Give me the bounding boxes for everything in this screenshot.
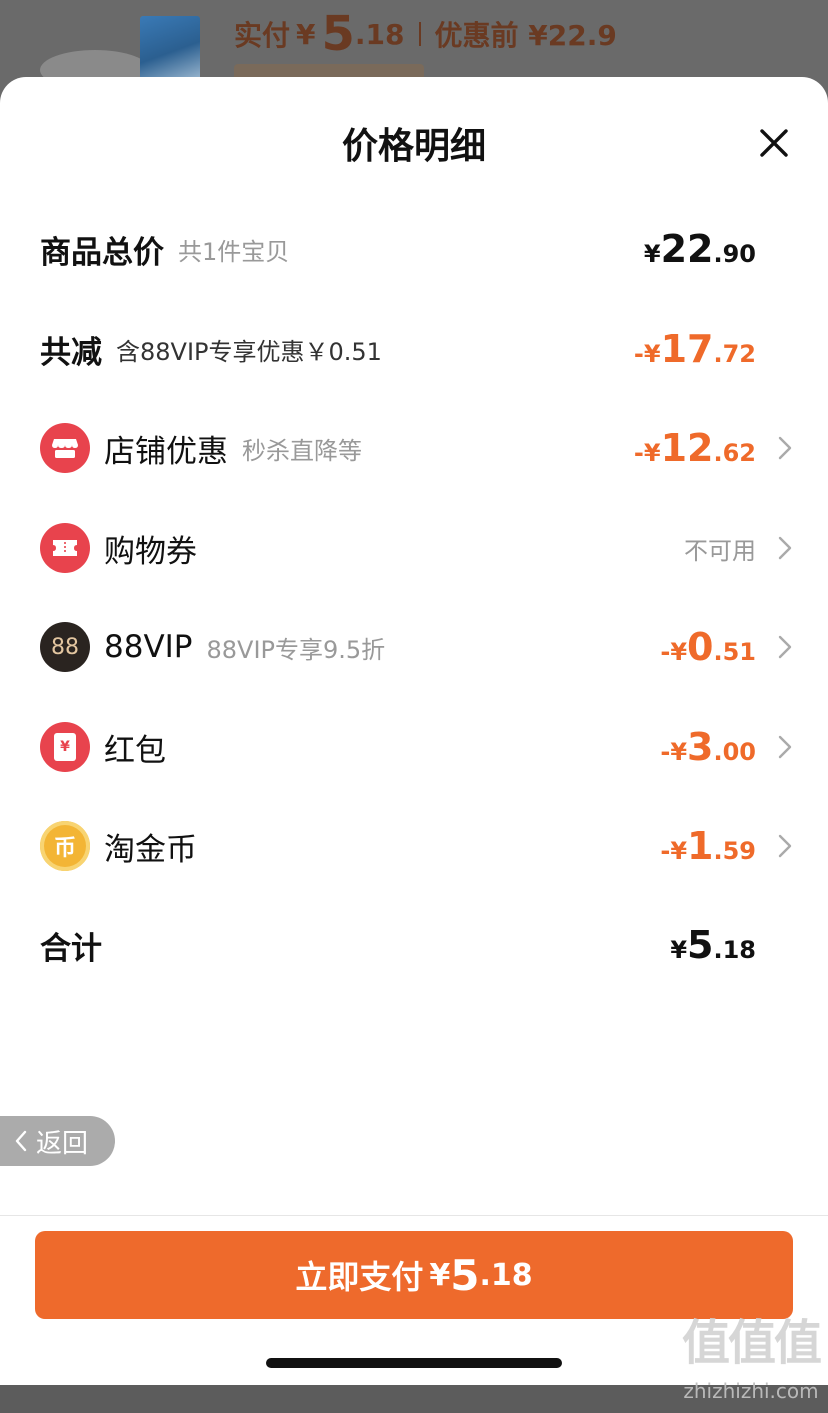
pay-int: 5	[450, 1250, 480, 1300]
vip-amount: -¥ 0.51	[660, 625, 756, 669]
product-thumbnail	[140, 16, 200, 80]
amount-dec: .62	[713, 439, 756, 467]
coupon-icon	[40, 523, 90, 573]
close-button[interactable]	[754, 123, 794, 163]
home-indicator	[266, 1358, 562, 1368]
amount-int: 22	[660, 227, 714, 271]
reduction-sub: 含88VIP专享优惠￥0.51	[116, 337, 382, 366]
grand-total-label: 合计	[40, 930, 102, 967]
taojinbi-icon: 币	[40, 821, 90, 871]
amount-dec: .18	[713, 936, 756, 964]
chevron-right-icon	[756, 735, 792, 759]
sheet-title: 价格明细	[341, 126, 486, 167]
price-detail-sheet: 价格明细 商品总价 共1件宝贝 ¥22.90 共减 含88VIP专享优惠￥0.5…	[0, 77, 828, 1403]
red-packet-amount: -¥ 3.00	[660, 725, 756, 769]
amount-dec: .00	[713, 738, 756, 766]
chevron-right-icon	[756, 436, 792, 460]
vip88-icon: 88	[40, 622, 90, 672]
amount-dec: .51	[713, 638, 756, 666]
amount-yen: -¥	[660, 837, 688, 865]
row-red-packet[interactable]: ¥ 红包 -¥ 3.00	[40, 717, 792, 777]
coupon-label: 购物券	[104, 533, 197, 570]
reduction-amount: -¥ 17.72	[634, 327, 756, 371]
store-discount-sub: 秒杀直降等	[242, 436, 362, 465]
goods-total-label: 商品总价	[40, 234, 164, 271]
coupon-status: 不可用	[684, 536, 756, 565]
taojinbi-amount: -¥ 1.59	[660, 824, 756, 868]
taojinbi-label: 淘金币	[104, 831, 197, 868]
back-button[interactable]: 返回	[0, 1116, 115, 1166]
chevron-right-icon	[756, 834, 792, 858]
amount-int: 12	[660, 426, 714, 470]
goods-total-amount: ¥22.90	[644, 227, 756, 271]
amount-yen: ¥	[670, 936, 688, 964]
background-price-line: 实付 ¥ 5.18 优惠前 ¥22.9	[234, 4, 617, 64]
amount-yen: -¥	[660, 738, 688, 766]
watermark-url: zhizhizhi.com	[683, 1379, 819, 1403]
amount-yen: -¥	[633, 439, 661, 467]
amount-int: 17	[660, 327, 714, 371]
amount-yen: -¥	[633, 340, 661, 368]
row-88vip[interactable]: 88 88VIP 88VIP专享9.5折 -¥ 0.51	[40, 617, 792, 677]
paid-label: 实付	[234, 19, 291, 52]
store-discount-label: 店铺优惠	[104, 433, 228, 470]
red-packet-label: 红包	[104, 732, 166, 769]
row-grand-total: 合计 ¥5.18	[40, 915, 792, 975]
vip-label: 88VIP	[104, 629, 193, 665]
amount-dec: .59	[713, 837, 756, 865]
amount-yen: ¥	[643, 240, 661, 268]
goods-total-sub: 共1件宝贝	[178, 237, 290, 266]
reduction-label: 共减	[40, 334, 102, 371]
footer-divider	[0, 1215, 828, 1216]
row-goods-total: 商品总价 共1件宝贝 ¥22.90	[40, 219, 792, 279]
red-packet-icon: ¥	[40, 722, 90, 772]
amount-dec: .72	[713, 340, 756, 368]
paid-yen: ¥	[296, 17, 316, 51]
amount-int: 0	[687, 625, 714, 669]
paid-int: 5	[321, 6, 355, 62]
row-taojinbi[interactable]: 币 淘金币 -¥ 1.59	[40, 816, 792, 876]
pre-discount-price: 优惠前 ¥22.9	[434, 19, 617, 52]
grand-total-amount: ¥5.18	[670, 923, 756, 967]
store-discount-amount: -¥ 12.62	[634, 426, 756, 470]
amount-int: 5	[687, 923, 714, 967]
price-separator	[418, 22, 421, 46]
red-packet-glyph: ¥	[54, 733, 76, 761]
amount-dec: .90	[713, 240, 756, 268]
watermark-logo: 值值值	[681, 1315, 822, 1371]
row-shopping-coupon[interactable]: 购物券 不可用	[40, 518, 792, 578]
store-icon	[40, 423, 90, 473]
watermark: 值值值 zhizhizhi.com	[676, 1303, 826, 1413]
vip-sub: 88VIP专享9.5折	[206, 635, 386, 664]
paid-dec: .18	[354, 17, 405, 51]
amount-int: 1	[687, 824, 714, 868]
row-store-discount[interactable]: 店铺优惠 秒杀直降等 -¥ 12.62	[40, 418, 792, 478]
chevron-left-icon	[15, 1130, 27, 1152]
chevron-right-icon	[756, 536, 792, 560]
row-total-reduction: 共减 含88VIP专享优惠￥0.51 -¥ 17.72	[40, 319, 792, 379]
pay-label: 立即支付	[295, 1258, 424, 1296]
amount-int: 3	[687, 725, 714, 769]
pay-dec: .18	[479, 1257, 533, 1293]
pay-yen: ¥	[429, 1257, 451, 1293]
chevron-right-icon	[756, 635, 792, 659]
back-label: 返回	[36, 1128, 89, 1159]
close-icon	[760, 129, 788, 157]
amount-yen: -¥	[660, 638, 688, 666]
